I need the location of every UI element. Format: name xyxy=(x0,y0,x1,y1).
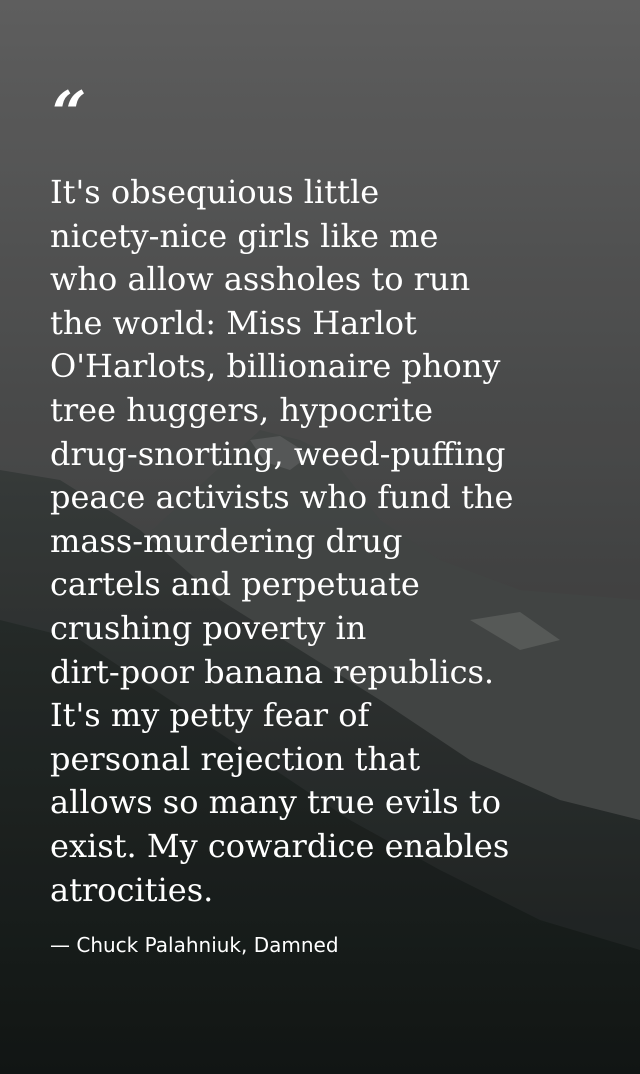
quote-attribution: — Chuck Palahniuk, Damned xyxy=(50,933,339,957)
quote-text: It's obsequious little nicety-nice girls… xyxy=(50,173,514,909)
quote-mark-icon: “ xyxy=(52,79,86,149)
